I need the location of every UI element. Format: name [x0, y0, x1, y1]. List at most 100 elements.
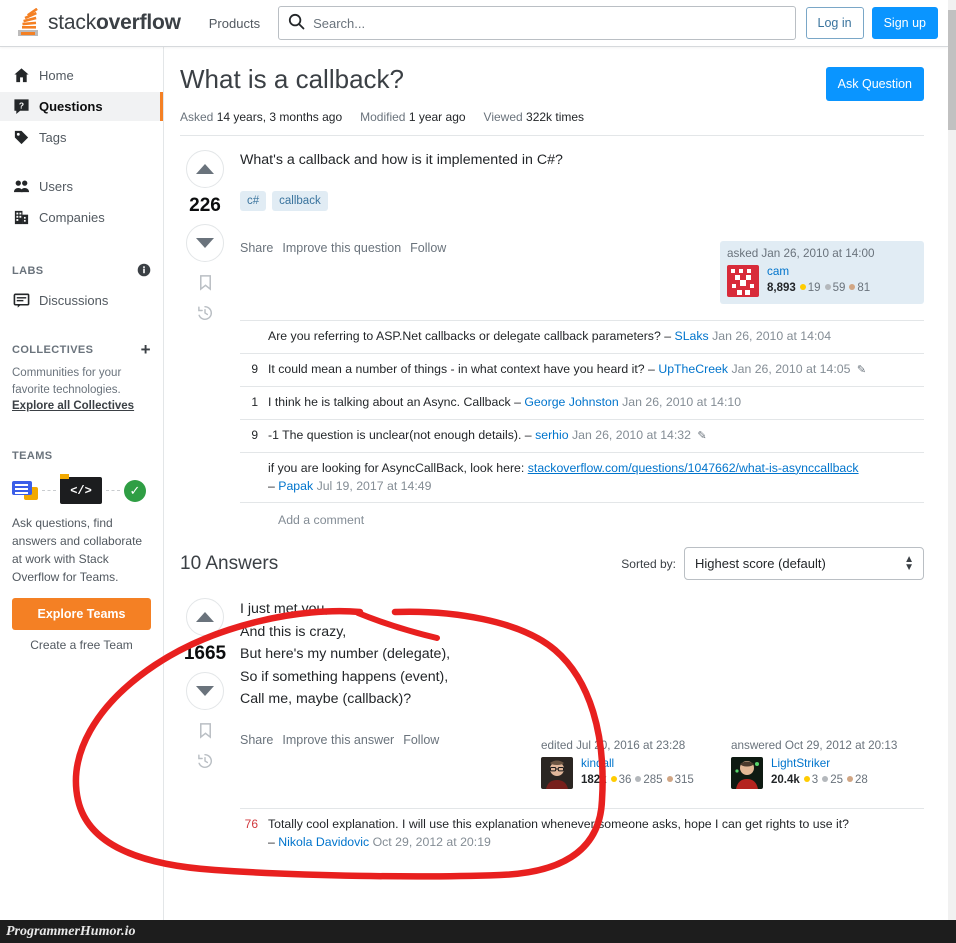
- answered-user-info: LightStriker 20.4k 3 25 28: [771, 757, 868, 786]
- sidebar-item-tags[interactable]: Tags: [0, 123, 163, 152]
- comment-body: I think he is talking about an Async. Ca…: [268, 395, 742, 410]
- comment-body: -1 The question is unclear(not enough de…: [268, 427, 707, 442]
- sidebar-item-home[interactable]: Home: [0, 61, 163, 90]
- question-improve-link[interactable]: Improve this question: [282, 241, 401, 255]
- comment-author[interactable]: George Johnston: [524, 395, 618, 409]
- collectives-heading: COLLECTIVES: [12, 344, 94, 356]
- connector-dash-1: [42, 490, 56, 492]
- question-follow-link[interactable]: Follow: [410, 241, 446, 255]
- answered-rep-value: 20.4k: [771, 773, 800, 786]
- comment-score: 9: [251, 427, 258, 442]
- add-comment-link[interactable]: Add a comment: [240, 502, 924, 527]
- avatar[interactable]: [541, 756, 573, 789]
- plus-icon[interactable]: +: [141, 341, 151, 358]
- asked-user-name[interactable]: cam: [767, 265, 870, 280]
- ask-question-button[interactable]: Ask Question: [825, 67, 924, 101]
- sidebar-item-discussions[interactable]: Discussions: [0, 286, 163, 315]
- question-share-link[interactable]: Share: [240, 241, 273, 255]
- answer-share-link[interactable]: Share: [240, 733, 273, 747]
- history-icon[interactable]: [196, 752, 214, 773]
- comment-body: if you are looking for AsyncCallBack, lo…: [268, 460, 859, 493]
- bookmark-icon[interactable]: [197, 274, 214, 294]
- comment-date: Jan 26, 2010 at 14:10: [622, 395, 742, 410]
- teams-blurb: Ask questions, find answers and collabor…: [12, 516, 143, 585]
- avatar[interactable]: [727, 265, 759, 298]
- logo-text-bold: overflow: [96, 11, 181, 34]
- history-icon[interactable]: [196, 304, 214, 325]
- question-body-wrap: What's a callback and how is it implemen…: [230, 150, 924, 527]
- meta-viewed-label: Viewed: [483, 110, 523, 124]
- comment-author[interactable]: serhio: [535, 428, 569, 442]
- comment-body: Totally cool explanation. I will use thi…: [268, 816, 850, 849]
- sidebar-section-labs: LABS: [0, 260, 163, 282]
- page-scrollbar[interactable]: [948, 0, 956, 920]
- scroll-up-arrow[interactable]: [948, 0, 956, 10]
- meta-viewed: Viewed 322k times: [484, 110, 585, 124]
- explore-all-collectives-link[interactable]: Explore all Collectives: [12, 400, 134, 412]
- edit-pencil-icon[interactable]: ✎: [697, 430, 706, 442]
- check-circle-icon: ✓: [124, 479, 146, 502]
- sidebar-item-companies[interactable]: Companies: [0, 203, 163, 232]
- tag-csharp[interactable]: c#: [240, 191, 267, 212]
- watermark-bar: ProgrammerHumor.io: [0, 920, 956, 943]
- sidebar-item-label: Companies: [39, 210, 105, 225]
- answer-upvote-button[interactable]: [186, 598, 224, 637]
- login-button[interactable]: Log in: [805, 7, 864, 39]
- page-title: What is a callback?: [180, 64, 404, 94]
- edited-timestamp[interactable]: edited Jul 20, 2016 at 23:28: [541, 739, 717, 752]
- bookmark-icon[interactable]: [197, 722, 214, 742]
- comment-author[interactable]: Papak: [278, 479, 313, 493]
- sort-select[interactable]: Highest score (default) ▲ ▼: [684, 547, 924, 581]
- silver-badge-icon: [824, 283, 831, 290]
- arrow-up-icon: [196, 612, 214, 623]
- avatar[interactable]: [731, 756, 763, 789]
- comment-date: Jan 26, 2010 at 14:05: [731, 362, 851, 377]
- sidebar-item-users[interactable]: Users: [0, 172, 163, 201]
- meta-modified-value: 1 year ago: [408, 110, 466, 124]
- stackoverflow-logo[interactable]: stackoverflow: [16, 7, 181, 38]
- comment-author[interactable]: UpTheCreek: [658, 362, 728, 376]
- edited-user-info: kindall 182k 36 285 315: [581, 757, 694, 786]
- answer-line: And this is crazy,: [240, 623, 347, 640]
- collectives-blurb: Communities for your favorite technologi…: [0, 365, 163, 415]
- comment-text: Are you referring to ASP.Net callbacks o…: [268, 329, 661, 344]
- answer-body-wrap: I just met you, And this is crazy, But h…: [230, 598, 924, 858]
- edit-pencil-icon[interactable]: ✎: [857, 364, 866, 376]
- answer-footer: Share Improve this answer Follow edited …: [240, 733, 924, 796]
- question-upvote-button[interactable]: [186, 150, 224, 188]
- nav-products[interactable]: Products: [199, 8, 270, 39]
- meta-modified-label: Modified: [360, 110, 406, 124]
- answered-user-name[interactable]: LightStriker: [771, 757, 868, 772]
- tag-callback[interactable]: callback: [272, 191, 328, 212]
- teams-illustration: </> ✓: [0, 474, 163, 505]
- explore-teams-button[interactable]: Explore Teams: [12, 598, 151, 631]
- sidebar-item-questions[interactable]: ? Questions: [0, 92, 163, 121]
- teams-heading: TEAMS: [12, 450, 53, 463]
- question-downvote-button[interactable]: [186, 224, 224, 262]
- question-tag-list: c# callback: [240, 191, 924, 212]
- comment-date: Oct 29, 2012 at 20:19: [372, 834, 491, 849]
- collectives-blurb-text: Communities for your favorite technologi…: [12, 367, 122, 396]
- search-input[interactable]: Search...: [278, 6, 796, 40]
- comment-author[interactable]: Nikola Davidovic: [278, 835, 369, 849]
- tag-icon: [12, 129, 30, 147]
- home-icon: [12, 67, 30, 85]
- question-post: 226 What's a callback and how is it impl…: [180, 136, 924, 527]
- comment-link[interactable]: stackoverflow.com/questions/1047662/what…: [528, 461, 859, 475]
- scrollbar-thumb[interactable]: [948, 10, 956, 130]
- answers-header: 10 Answers Sorted by: Highest score (def…: [180, 547, 924, 581]
- bronze-badge-icon: [846, 775, 853, 782]
- answer-actions: Share Improve this answer Follow: [240, 733, 439, 747]
- question-metadata: Asked 14 years, 3 months ago Modified 1 …: [180, 101, 924, 136]
- signup-button[interactable]: Sign up: [871, 7, 938, 39]
- create-free-team-link[interactable]: Create a free Team: [0, 638, 163, 652]
- info-icon[interactable]: [137, 263, 151, 280]
- sidebar-item-label: Users: [39, 179, 73, 194]
- answer-downvote-button[interactable]: [186, 672, 224, 711]
- answer-improve-link[interactable]: Improve this answer: [282, 733, 394, 747]
- comment-item: 9 -1 The question is unclear(not enough …: [240, 418, 924, 452]
- edited-user-name[interactable]: kindall: [581, 757, 694, 772]
- answer-follow-link[interactable]: Follow: [403, 733, 439, 747]
- comment-author[interactable]: SLaks: [675, 329, 709, 343]
- edited-gold-count: 36: [618, 773, 632, 786]
